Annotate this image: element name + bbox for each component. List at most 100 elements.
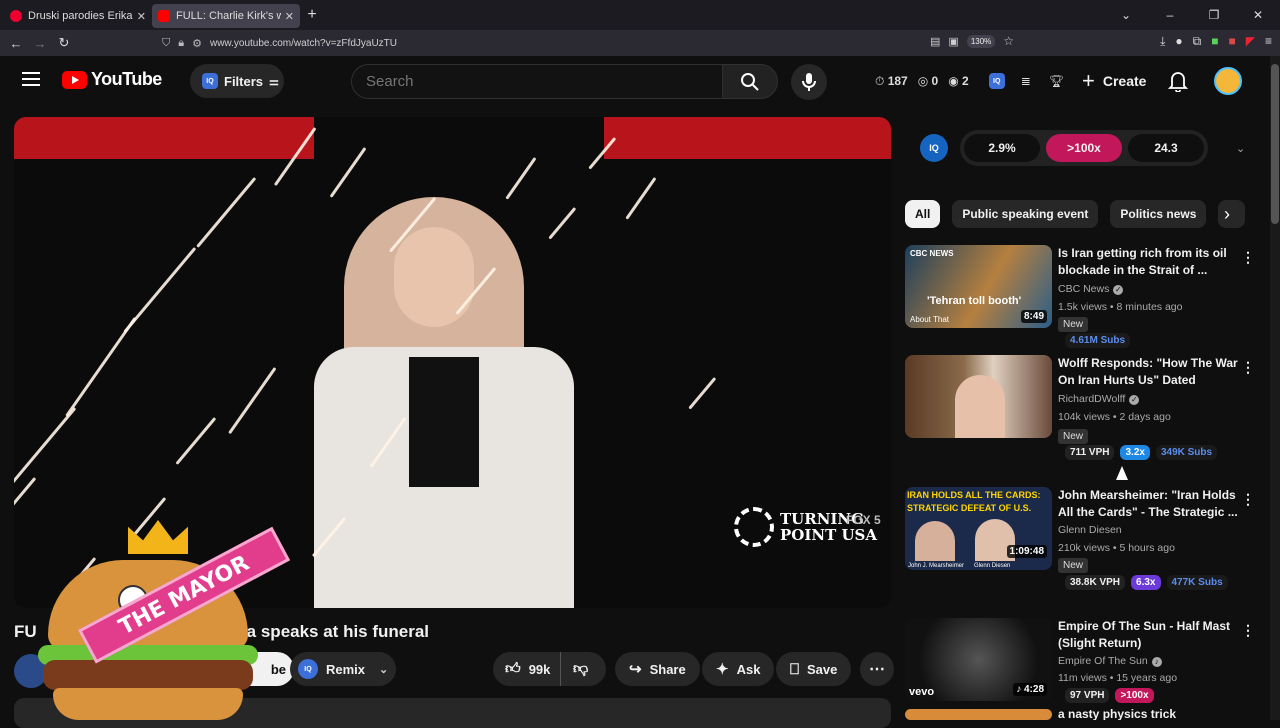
video-title[interactable]: Wolff Responds: "How The War On Iran Hur…	[1058, 355, 1238, 389]
chevron-down-icon[interactable]: ⌄	[379, 663, 388, 676]
channel-name[interactable]: Glenn Diesen	[1058, 524, 1122, 536]
chevron-down-icon[interactable]: ⌄	[1236, 142, 1245, 155]
tab-title: FULL: Charlie Kirk's widow Erika	[176, 10, 281, 22]
reload-icon[interactable]: ↻	[52, 35, 76, 51]
more-options-icon[interactable]: ⋮	[1241, 491, 1255, 508]
picture-icon[interactable]: ▣	[948, 35, 958, 48]
chip-partial[interactable]	[1218, 200, 1245, 228]
close-window-button[interactable]: ✕	[1236, 8, 1280, 22]
more-actions-button[interactable]: ⋯	[860, 652, 894, 686]
extension-red-icon[interactable]: ■	[1229, 34, 1236, 49]
search-button[interactable]	[722, 64, 778, 99]
extensions-area: ⤓ ● ⧉ ■ ■ ◤ ≡	[1160, 34, 1272, 49]
spark-streak	[175, 417, 217, 465]
dislike-button[interactable]: 👎︎	[561, 660, 588, 678]
spark-streak	[65, 317, 137, 418]
iq-logo-icon[interactable]: IQ	[920, 134, 948, 162]
video-title[interactable]: a nasty physics trick	[1058, 709, 1238, 720]
subs-tag: 4.61M Subs	[1065, 333, 1131, 348]
more-options-icon[interactable]: ⋮	[1241, 359, 1255, 376]
iq-icon[interactable]: IQ	[988, 73, 1005, 89]
browser-tab-2[interactable]: FULL: Charlie Kirk's widow Erika ✕	[152, 4, 300, 28]
recommendation-item[interactable]: vevo ♪ 4:28 Empire Of The Sun - Half Mas…	[905, 618, 1265, 703]
channel-name[interactable]: Empire Of The Sun ♪	[1058, 655, 1162, 667]
minimize-button[interactable]: –	[1148, 8, 1192, 22]
chevron-right-icon[interactable]: ›	[1224, 204, 1230, 225]
hamburger-menu-icon[interactable]	[22, 72, 40, 86]
notifications-bell-icon[interactable]	[1167, 70, 1189, 97]
forward-icon[interactable]: →	[28, 36, 52, 51]
share-icon: ↪	[629, 661, 642, 678]
share-button[interactable]: ↪ Share	[615, 652, 700, 686]
menu-icon[interactable]: ≡	[1265, 34, 1272, 49]
url-text[interactable]: www.youtube.com/watch?v=zFfdJyaUzTU	[210, 38, 397, 49]
create-label: Create	[1102, 73, 1147, 89]
ask-button[interactable]: ✦ Ask	[702, 652, 775, 686]
chip-public-speaking[interactable]: Public speaking event	[952, 200, 1099, 228]
eye-off-stat[interactable]: ◎ 0	[918, 74, 939, 88]
address-bar[interactable]: ⛉ 🔒︎ ⚙ www.youtube.com/watch?v=zFfdJyaUz…	[162, 37, 397, 50]
filters-button[interactable]: IQ Filters ⚌	[190, 64, 284, 98]
account-avatar[interactable]	[1214, 67, 1242, 95]
video-thumbnail[interactable]: vevo ♪ 4:28	[905, 618, 1052, 701]
restore-button[interactable]: ❐	[1192, 8, 1236, 22]
vevo-logo: vevo	[909, 686, 935, 698]
bookmark-star-icon[interactable]: ☆	[1003, 34, 1014, 48]
browser-tab-1[interactable]: Druski parodies Erika Kirk in a ne ✕	[4, 4, 152, 28]
list-icon[interactable]: ≣	[1021, 74, 1031, 88]
recommendation-item[interactable]: a nasty physics trick	[905, 709, 1265, 720]
share-label: Share	[649, 661, 686, 677]
metric-outlier[interactable]: >100x	[1046, 134, 1122, 162]
chip-all[interactable]: All	[905, 200, 941, 228]
scrollbar-thumb[interactable]	[1271, 64, 1279, 224]
more-options-icon[interactable]: ⋮	[1241, 622, 1255, 639]
new-tab-button[interactable]: +	[300, 6, 324, 24]
extension-flag-icon[interactable]: ◤	[1246, 34, 1255, 49]
video-thumbnail[interactable]	[905, 355, 1052, 438]
video-thumbnail[interactable]: IRAN HOLDS ALL THE CARDS: STRATEGIC DEFE…	[905, 487, 1052, 570]
back-icon[interactable]: ←	[4, 36, 28, 51]
recommendation-item[interactable]: Wolff Responds: "How The War On Iran Hur…	[905, 355, 1265, 465]
remix-button[interactable]: IQ Remix ⌄	[290, 652, 396, 686]
eye-stat[interactable]: ◉ 2	[948, 74, 969, 88]
metric-score[interactable]: 24.3	[1128, 134, 1204, 162]
filter-chips: All Public speaking event Politics news	[905, 200, 1245, 228]
close-tab-icon[interactable]: ✕	[137, 10, 146, 23]
extension-green-icon[interactable]: ■	[1211, 34, 1218, 49]
list-tabs-button[interactable]: ⌄	[1104, 8, 1148, 22]
search-box[interactable]	[351, 64, 723, 99]
remix-label: Remix	[326, 661, 366, 677]
multiplier-tag: 3.2x	[1120, 445, 1150, 460]
video-thumbnail[interactable]: CBC NEWS 'Tehran toll booth' About That …	[905, 245, 1052, 328]
recommendation-item[interactable]: CBC NEWS 'Tehran toll booth' About That …	[905, 245, 1265, 350]
search-input[interactable]	[366, 73, 722, 90]
recommendation-item[interactable]: IRAN HOLDS ALL THE CARDS: STRATEGIC DEFE…	[905, 487, 1265, 597]
extensions-icon[interactable]: ⧉	[1193, 34, 1202, 49]
metric-engagement[interactable]: 2.9%	[964, 134, 1040, 162]
reader-view-icon[interactable]: ▤	[930, 35, 940, 48]
subs-tag: 477K Subs	[1166, 575, 1228, 590]
video-title[interactable]: Is Iran getting rich from its oil blocka…	[1058, 245, 1238, 279]
page-scrollbar[interactable]	[1270, 56, 1280, 720]
voice-search-button[interactable]	[791, 64, 827, 100]
trophy-icon[interactable]: 🏆︎	[1049, 74, 1064, 88]
save-button[interactable]: ⎕ Save	[776, 652, 852, 686]
video-title[interactable]: John Mearsheimer: "Iran Holds All the Ca…	[1058, 487, 1238, 521]
youtube-logo[interactable]: YouTube	[62, 69, 162, 90]
video-thumbnail[interactable]	[905, 709, 1052, 720]
like-button[interactable]: 👍︎ 99k	[493, 652, 561, 686]
channel-name[interactable]: CBC News ✓	[1058, 283, 1124, 295]
permissions-icon[interactable]: ⚙	[192, 37, 202, 50]
video-title[interactable]: Empire Of The Sun - Half Mast (Slight Re…	[1058, 618, 1238, 652]
zoom-level[interactable]: 130%	[966, 34, 996, 48]
clock-stat[interactable]: ⏱ 187	[875, 74, 908, 89]
account-icon[interactable]: ●	[1175, 34, 1182, 49]
create-button[interactable]: + Create	[1070, 64, 1158, 98]
downloads-icon[interactable]: ⤓	[1160, 34, 1165, 49]
chip-politics-news[interactable]: Politics news	[1110, 200, 1207, 228]
close-tab-icon[interactable]: ✕	[285, 10, 294, 23]
shield-icon[interactable]: ⛉	[162, 37, 170, 50]
more-options-icon[interactable]: ⋮	[1241, 249, 1255, 266]
lock-icon[interactable]: 🔒︎	[178, 37, 184, 50]
channel-name[interactable]: RichardDWolff ✓	[1058, 393, 1140, 405]
